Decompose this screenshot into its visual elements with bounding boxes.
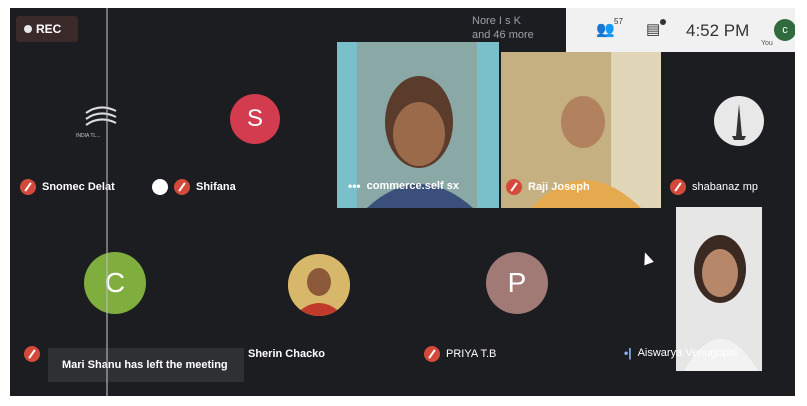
- self-label: You: [761, 40, 773, 47]
- tile-raji-label: Raji Joseph: [506, 179, 590, 195]
- mic-off-icon: [174, 179, 190, 195]
- tile-name-commerce: commerce.self sx: [366, 180, 459, 192]
- person-icon: [152, 179, 168, 195]
- mic-off-icon: [24, 346, 40, 362]
- participants-count: 57: [614, 17, 623, 26]
- mic-off-icon: [506, 179, 522, 195]
- chat-unread-dot: [660, 19, 666, 25]
- mouse-cursor-icon: [640, 250, 654, 266]
- top-bar: 👥 57 ▤ 4:52 PM c You: [566, 8, 795, 52]
- avatar-shifana: S: [230, 94, 280, 144]
- tile-name-snomec: Snomec Delat: [42, 181, 115, 193]
- screenshot: REC Nore I s K and 46 more 👥 57 ▤ 4:52 P…: [0, 0, 807, 406]
- tile-logo-text: INDIA TL...: [76, 133, 101, 139]
- mic-off-icon: [670, 179, 686, 195]
- tile-name-aiswarya: Aiswarya Venugopal: [637, 347, 738, 359]
- tile-name-shifana: Shifana: [196, 181, 236, 193]
- tile-aiswarya-label: •| Aiswarya Venugopal: [624, 346, 737, 360]
- self-avatar[interactable]: c: [774, 19, 795, 41]
- toast-text: Mari Shanu has left the meeting: [62, 359, 228, 371]
- speaking-icon: •|: [624, 346, 632, 360]
- avatar-shabanaz: [714, 96, 764, 146]
- tile-snomec-logo: INDIA TL...: [72, 93, 128, 149]
- toast-notification: Mari Shanu has left the meeting: [48, 348, 244, 382]
- avatar-priya: P: [486, 252, 548, 314]
- people-icon[interactable]: 👥: [596, 20, 615, 38]
- tile-shabanaz-label: shabanaz mp: [670, 179, 758, 195]
- avatar-sherin: [288, 254, 350, 316]
- chat-icon[interactable]: ▤: [646, 20, 660, 38]
- tile-name-raji: Raji Joseph: [528, 181, 590, 193]
- meeting-stage: REC Nore I s K and 46 more 👥 57 ▤ 4:52 P…: [10, 8, 795, 396]
- tile-priya-label: PRIYA T.B: [424, 346, 496, 362]
- screen-glare-line: [106, 8, 108, 396]
- mic-off-icon: [20, 179, 36, 195]
- mic-off-icon: [424, 346, 440, 362]
- avatar-c: C: [84, 252, 146, 314]
- tile-sherin-label: Sherin Chacko: [248, 348, 325, 360]
- record-dot-icon: [24, 25, 32, 33]
- tile-name-priya: PRIYA T.B: [446, 348, 497, 360]
- clock-time: 4:52 PM: [686, 21, 750, 40]
- rec-label: REC: [36, 22, 62, 36]
- tile-snomec-label: Snomec Delat: [20, 179, 115, 195]
- more-participants-line1: Nore I s K: [472, 15, 521, 27]
- recording-badge: REC: [16, 16, 78, 42]
- tile-name-sherin: Sherin Chacko: [248, 348, 326, 360]
- more-icon: •••: [348, 179, 361, 193]
- tile-name-shabanaz: shabanaz mp: [692, 181, 759, 193]
- more-participants: Nore I s K and 46 more: [472, 14, 534, 42]
- tile-shifana-label: Shifana: [152, 179, 236, 195]
- tile-commerce-label: ••• commerce.self sx: [348, 179, 459, 193]
- more-participants-line2: and 46 more: [472, 29, 534, 41]
